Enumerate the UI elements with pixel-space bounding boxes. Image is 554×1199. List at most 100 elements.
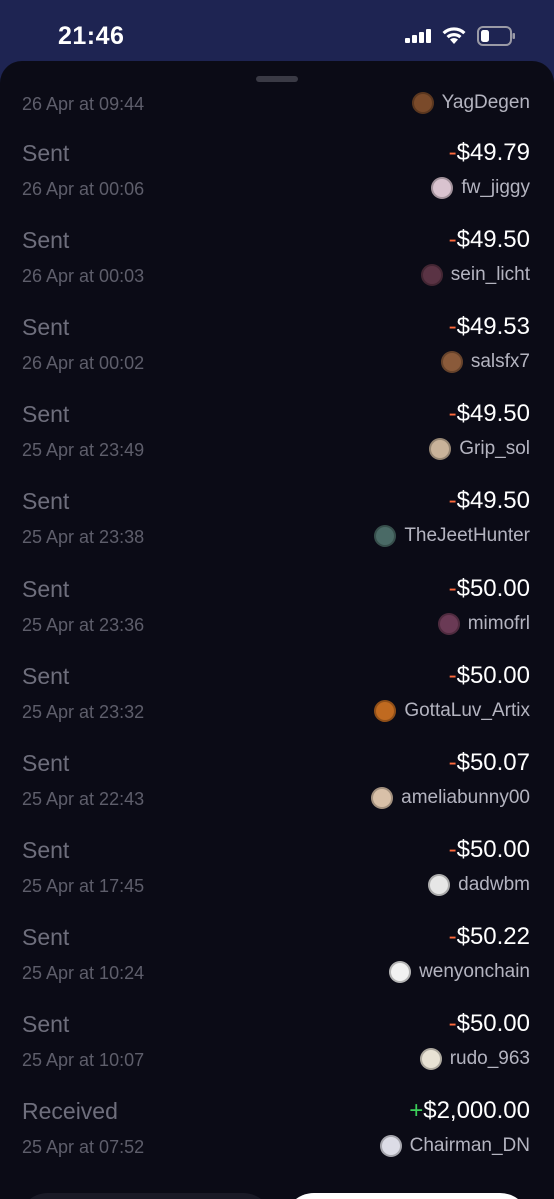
user-avatar — [429, 438, 452, 460]
username: Chairman_DN — [409, 1135, 530, 1156]
transaction-row[interactable]: Sent -$49.50 25 Apr at 23:38 TheJeetHunter — [0, 484, 554, 566]
username: rudo_963 — [449, 1048, 530, 1069]
transaction-row[interactable]: Sent -$50.00 25 Apr at 23:32 GottaLuv_Artix — [0, 659, 554, 741]
transaction-amount: -$50.00 — [449, 662, 530, 690]
amount-value: $49.50 — [456, 226, 530, 253]
transaction-row[interactable]: Sent -$49.50 25 Apr at 23:49 Grip_sol — [0, 397, 554, 479]
user-avatar — [437, 613, 460, 635]
transaction-type: Sent — [22, 488, 70, 514]
transaction-amount: -$50.00 — [449, 575, 530, 603]
transaction-type: Sent — [22, 750, 70, 776]
user-avatar — [371, 787, 394, 809]
transaction-amount: -$49.50 — [449, 400, 530, 428]
user-avatar — [374, 525, 397, 547]
transaction-user[interactable]: rudo_963 — [419, 1048, 530, 1070]
transaction-row[interactable]: Sent -$49.53 26 Apr at 00:02 salsfx7 — [0, 310, 554, 392]
amount-value: $50.00 — [456, 836, 530, 863]
transaction-amount: -$49.50 — [449, 226, 530, 254]
transaction-date: 25 Apr at 07:52 — [22, 1137, 145, 1157]
transaction-user[interactable]: sein_licht — [420, 264, 530, 286]
transaction-user[interactable]: TheJeetHunter — [374, 525, 530, 547]
amount-sign: - — [448, 662, 457, 689]
status-time: 21:46 — [58, 22, 125, 50]
transaction-row[interactable]: Sent -$50.00 25 Apr at 23:36 mimofrl — [0, 572, 554, 654]
bottom-right-button[interactable] — [284, 1193, 530, 1199]
transaction-row[interactable]: Sent -$50.07 25 Apr at 22:43 ameliabunny00 — [0, 746, 554, 828]
amount-value: $50.07 — [456, 749, 530, 776]
partial-transaction-row[interactable]: 26 Apr at 09:44 YagDegen — [0, 88, 554, 128]
amount-sign: - — [448, 226, 457, 253]
amount-value: $49.50 — [456, 487, 530, 514]
transaction-user[interactable]: fw_jiggy — [431, 177, 530, 199]
transaction-user[interactable]: ameliabunny00 — [371, 787, 530, 809]
transaction-date: 25 Apr at 10:24 — [22, 963, 145, 983]
transaction-date: 25 Apr at 23:36 — [22, 615, 145, 635]
amount-sign: - — [448, 749, 457, 776]
transaction-user[interactable]: wenyonchain — [389, 961, 530, 983]
transaction-date: 26 Apr at 00:02 — [22, 353, 145, 373]
amount-value: $50.00 — [456, 575, 530, 602]
transaction-date: 26 Apr at 00:06 — [22, 179, 145, 199]
amount-value: $49.79 — [456, 139, 530, 166]
transaction-type: Received — [22, 1098, 118, 1124]
transaction-date: 25 Apr at 23:49 — [22, 440, 145, 460]
transaction-amount: +$2,000.00 — [409, 1097, 530, 1125]
user-avatar — [420, 264, 443, 286]
transaction-user[interactable]: YagDegen — [411, 92, 530, 114]
transaction-amount: -$50.00 — [449, 836, 530, 864]
transaction-row[interactable]: Sent -$50.00 25 Apr at 10:07 rudo_963 — [0, 1007, 554, 1089]
transaction-row[interactable]: Sent -$49.79 26 Apr at 00:06 fw_jiggy — [0, 136, 554, 218]
amount-sign: - — [448, 139, 457, 166]
transaction-type: Sent — [22, 227, 70, 253]
transaction-row[interactable]: Sent -$50.00 25 Apr at 17:45 dadwbm — [0, 833, 554, 915]
sheet-drag-handle[interactable] — [256, 76, 298, 82]
amount-value: $2,000.00 — [423, 1097, 530, 1124]
username: dadwbm — [458, 874, 530, 895]
username: GottaLuv_Artix — [404, 700, 530, 721]
transaction-date: 26 Apr at 09:44 — [22, 94, 145, 114]
bottom-left-button[interactable] — [18, 1193, 273, 1199]
battery-icon — [477, 26, 515, 46]
transaction-user[interactable]: Chairman_DN — [379, 1135, 530, 1157]
transaction-row[interactable]: Sent -$49.50 26 Apr at 00:03 sein_licht — [0, 223, 554, 305]
username: fw_jiggy — [461, 177, 530, 198]
amount-value: $50.22 — [456, 923, 530, 950]
transaction-user[interactable]: GottaLuv_Artix — [374, 700, 530, 722]
transaction-type: Sent — [22, 924, 70, 950]
status-bar: 21:46 — [0, 0, 554, 68]
transaction-user[interactable]: salsfx7 — [440, 351, 530, 373]
transaction-type: Sent — [22, 140, 70, 166]
transaction-date: 26 Apr at 00:03 — [22, 266, 145, 286]
cellular-signal-icon — [405, 29, 431, 43]
username: salsfx7 — [470, 351, 530, 372]
transaction-user[interactable]: dadwbm — [428, 874, 530, 896]
amount-sign: + — [409, 1097, 424, 1124]
transaction-row[interactable]: Received +$2,000.00 25 Apr at 07:52 Chairma… — [0, 1094, 554, 1176]
user-avatar — [411, 92, 434, 114]
username: YagDegen — [441, 92, 530, 113]
transaction-amount: -$49.53 — [449, 313, 530, 341]
user-avatar — [419, 1048, 442, 1070]
transaction-user[interactable]: Grip_sol — [429, 438, 530, 460]
user-avatar — [431, 177, 454, 199]
transaction-amount: -$50.22 — [449, 923, 530, 951]
user-avatar — [440, 351, 463, 373]
transaction-date: 25 Apr at 22:43 — [22, 789, 145, 809]
transaction-amount: -$49.79 — [449, 139, 530, 167]
transaction-type: Sent — [22, 837, 70, 863]
transactions-sheet[interactable]: 26 Apr at 09:44 YagDegen Sent -$49.79 26 A… — [0, 61, 554, 1199]
transaction-user[interactable]: mimofrl — [437, 613, 530, 635]
user-avatar — [374, 700, 397, 722]
transaction-row[interactable]: Sent -$50.22 25 Apr at 10:24 wenyonchain — [0, 920, 554, 1002]
wifi-icon — [442, 27, 466, 44]
user-avatar — [389, 961, 412, 983]
amount-sign: - — [448, 836, 457, 863]
amount-sign: - — [448, 923, 457, 950]
amount-value: $49.53 — [456, 313, 530, 340]
amount-sign: - — [448, 575, 457, 602]
amount-sign: - — [448, 487, 457, 514]
username: Grip_sol — [459, 438, 530, 459]
username: mimofrl — [467, 613, 530, 634]
transaction-type: Sent — [22, 663, 70, 689]
transaction-date: 25 Apr at 23:32 — [22, 702, 145, 722]
